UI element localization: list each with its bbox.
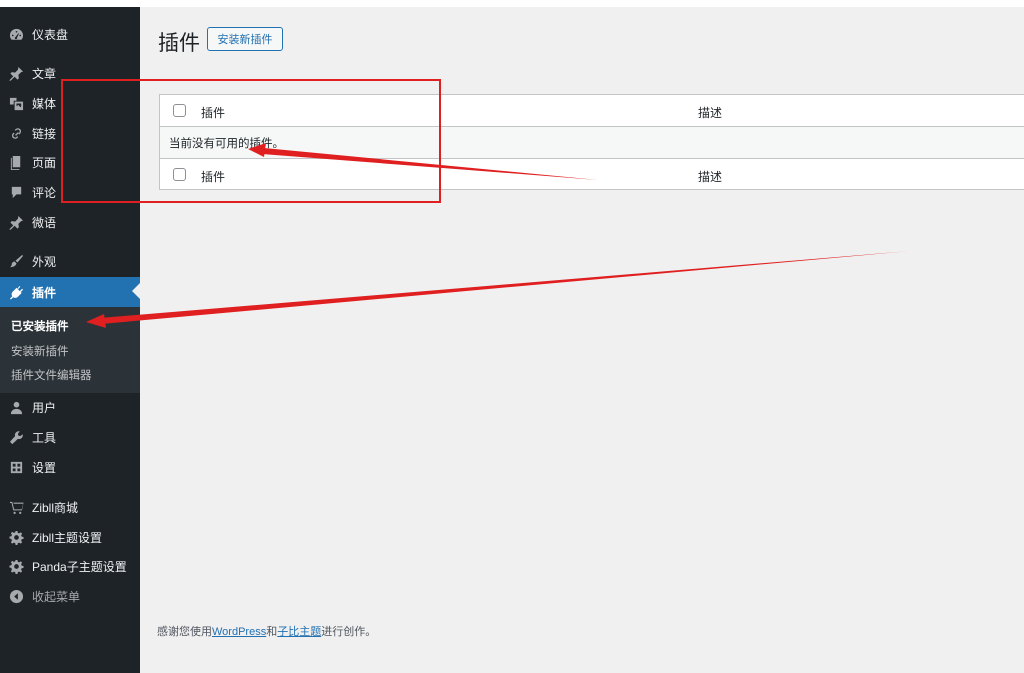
select-all-checkbox-footer[interactable] [173,168,186,181]
sidebar-item-weiyu[interactable]: 微语 [0,208,140,236]
footer-wordpress-link[interactable]: WordPress [212,626,266,638]
sidebar-item-label: 媒体 [32,96,57,111]
sidebar-item-links[interactable]: 链接 [0,119,140,147]
plugins-submenu: 已安装插件 安装新插件 插件文件编辑器 [0,307,140,393]
sidebar-item-label: 插件 [32,285,57,300]
sidebar-item-zibll-theme-settings[interactable]: Zibll主题设置 [0,523,140,551]
sidebar-item-users[interactable]: 用户 [0,393,140,421]
page-icon [8,154,24,170]
sidebar-item-appearance[interactable]: 外观 [0,247,140,275]
page-title: 插件 [158,32,200,55]
admin-sidebar: 仪表盘 文章 媒体 链接 页面 评论 微语 外观 插件 已安装插件 安装新插件 … [0,7,140,673]
column-footer-description: 描述 [698,170,723,184]
comment-icon [8,184,24,200]
sidebar-item-label: 外观 [32,254,57,269]
sidebar-item-panda-theme-settings[interactable]: Panda子主题设置 [0,552,140,580]
pushpin-icon [8,214,24,230]
submenu-item-plugin-file-editor[interactable]: 插件文件编辑器 [11,367,92,383]
link-icon [8,125,24,141]
sidebar-item-label: 页面 [32,155,57,170]
top-bar-strip [0,0,1024,7]
gear-icon [8,529,24,545]
sidebar-item-posts[interactable]: 文章 [0,59,140,87]
footer-theme-link[interactable]: 子比主题 [277,626,321,638]
sidebar-item-label: Panda子主题设置 [32,559,127,574]
column-header-description: 描述 [698,106,723,120]
footer-middle: 和 [266,626,278,638]
column-footer-plugin[interactable]: 插件 [201,168,225,185]
sidebar-item-label: 工具 [32,430,57,445]
gear-icon [8,558,24,574]
sidebar-item-settings[interactable]: 设置 [0,453,140,481]
empty-message: 当前没有可用的插件。 [169,138,284,150]
sidebar-item-label: Zibll商城 [32,500,79,515]
sidebar-item-label: 用户 [32,400,57,415]
pushpin-icon [8,65,24,81]
submenu-item-add-new-plugin[interactable]: 安装新插件 [11,343,69,359]
table-footer-row: 插件 描述 [160,158,1024,190]
dashboard-icon [8,26,24,42]
sidebar-item-tools[interactable]: 工具 [0,423,140,451]
submenu-item-installed-plugins[interactable]: 已安装插件 [11,318,69,334]
settings-icon [8,459,24,475]
table-empty-row: 当前没有可用的插件。 [160,127,1024,158]
select-all-checkbox[interactable] [173,104,186,117]
table-header-row: 插件 描述 [160,95,1024,127]
sidebar-item-zibll-shop[interactable]: Zibll商城 [0,493,140,521]
add-new-plugin-button[interactable]: 安装新插件 [207,27,283,51]
sidebar-item-dashboard[interactable]: 仪表盘 [0,20,140,48]
sidebar-item-pages[interactable]: 页面 [0,148,140,176]
sidebar-item-label: 仪表盘 [32,27,69,42]
sidebar-item-label: 设置 [32,460,57,475]
active-menu-pointer [132,283,140,299]
sidebar-item-label: 微语 [32,215,57,230]
sidebar-item-comments[interactable]: 评论 [0,178,140,206]
cart-icon [8,499,24,515]
footer-prefix: 感谢您使用 [157,626,212,638]
plugin-icon [8,284,24,300]
collapse-icon [8,588,24,604]
brush-icon [8,253,24,269]
sidebar-item-plugins[interactable]: 插件 [0,277,140,307]
footer-suffix: 进行创作。 [321,626,377,638]
admin-footer: 感谢您使用WordPress和子比主题进行创作。 [157,623,376,639]
user-icon [8,399,24,415]
sidebar-item-label: 链接 [32,126,57,141]
wrench-icon [8,429,24,445]
sidebar-item-label: 评论 [32,185,57,200]
media-icon [8,95,24,111]
annotation-arrow-to-installed-plugins [100,251,910,324]
column-header-plugin[interactable]: 插件 [201,104,225,121]
sidebar-item-label: 文章 [32,66,57,81]
sidebar-item-media[interactable]: 媒体 [0,89,140,117]
plugins-table: 插件 描述 当前没有可用的插件。 插件 描述 [159,94,1024,190]
sidebar-item-label: 收起菜单 [32,589,81,604]
sidebar-item-label: Zibll主题设置 [32,530,103,545]
collapse-menu-button[interactable]: 收起菜单 [0,582,140,610]
